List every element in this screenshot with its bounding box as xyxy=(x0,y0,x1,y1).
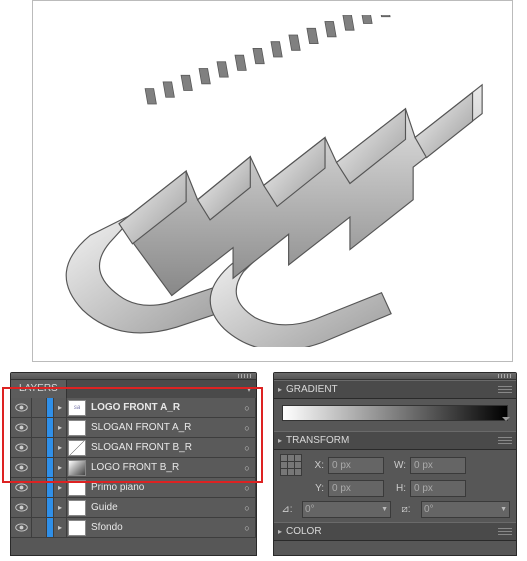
w-input[interactable]: 0 px xyxy=(410,457,466,474)
lock-cell[interactable] xyxy=(32,438,47,457)
layer-color-chip xyxy=(47,478,54,497)
rotate-input[interactable]: 0°▼ xyxy=(302,501,391,518)
expand-triangle-icon[interactable]: ▸ xyxy=(54,398,67,417)
layer-row[interactable]: ▸ SLOGAN FRONT A_R○ xyxy=(11,418,256,438)
lock-cell[interactable] xyxy=(32,498,47,517)
layer-name-label[interactable]: LOGO FRONT A_R xyxy=(87,402,239,413)
x-input[interactable]: 0 px xyxy=(328,457,384,474)
visibility-eye-icon[interactable] xyxy=(11,478,32,497)
layer-color-chip xyxy=(47,398,54,417)
w-label: W: xyxy=(388,460,406,471)
layer-color-chip xyxy=(47,458,54,477)
visibility-eye-icon[interactable] xyxy=(11,418,32,437)
artboard-preview xyxy=(32,0,513,362)
lock-cell[interactable] xyxy=(32,418,47,437)
rotate-icon: ⊿: xyxy=(280,504,294,515)
layer-name-label[interactable]: Sfondo xyxy=(87,522,239,533)
layer-row[interactable]: ▸ LOGO FRONT B_R○ xyxy=(11,458,256,478)
panel-menu-icon[interactable] xyxy=(498,528,512,536)
reference-point-selector[interactable] xyxy=(280,454,302,476)
target-icon[interactable]: ○ xyxy=(239,478,256,497)
lock-cell[interactable] xyxy=(32,458,47,477)
layer-thumbnail xyxy=(68,460,86,476)
expand-triangle-icon[interactable]: ▸ xyxy=(54,498,67,517)
visibility-eye-icon[interactable] xyxy=(11,438,32,457)
expand-triangle-icon[interactable]: ▸ xyxy=(54,438,67,457)
h-input[interactable]: 0 px xyxy=(410,480,466,497)
color-section-header[interactable]: ▸ COLOR xyxy=(274,522,516,541)
logo-graphic xyxy=(52,15,493,346)
chevron-right-icon: ▸ xyxy=(274,436,286,445)
layer-thumbnail xyxy=(68,500,86,516)
y-input[interactable]: 0 px xyxy=(328,480,384,497)
target-icon[interactable]: ○ xyxy=(239,458,256,477)
layers-tab[interactable]: LAYERS xyxy=(11,380,67,398)
layer-row[interactable]: ▸ Guide○ xyxy=(11,498,256,518)
layer-thumbnail xyxy=(68,480,86,496)
y-label: Y: xyxy=(306,483,324,494)
layer-thumbnail xyxy=(68,440,86,456)
lock-cell[interactable] xyxy=(32,518,47,537)
expand-triangle-icon[interactable]: ▸ xyxy=(54,478,67,497)
shear-input[interactable]: 0°▼ xyxy=(421,501,510,518)
expand-triangle-icon[interactable]: ▸ xyxy=(54,418,67,437)
target-icon[interactable]: ○ xyxy=(239,438,256,457)
shear-icon: ⧄: xyxy=(399,504,413,515)
target-icon[interactable]: ○ xyxy=(239,498,256,517)
layer-row[interactable]: ▸ Sfondo○ xyxy=(11,518,256,538)
visibility-eye-icon[interactable] xyxy=(11,498,32,517)
target-icon[interactable]: ○ xyxy=(239,418,256,437)
transform-section-header[interactable]: ▸ TRANSFORM xyxy=(274,431,516,450)
layer-color-chip xyxy=(47,518,54,537)
layer-row[interactable]: ▸saLOGO FRONT A_R○ xyxy=(11,398,256,418)
layer-color-chip xyxy=(47,438,54,457)
expand-triangle-icon[interactable]: ▸ xyxy=(54,458,67,477)
gradient-section-header[interactable]: ▸ GRADIENT xyxy=(274,380,516,399)
layer-row[interactable]: ▸ Primo piano○ xyxy=(11,478,256,498)
chevron-right-icon: ▸ xyxy=(274,527,286,536)
layer-thumbnail: sa xyxy=(68,400,86,416)
layer-name-label[interactable]: SLOGAN FRONT A_R xyxy=(87,422,239,433)
gradient-slider[interactable] xyxy=(282,405,508,421)
visibility-eye-icon[interactable] xyxy=(11,458,32,477)
h-label: H: xyxy=(388,483,406,494)
expand-triangle-icon[interactable]: ▸ xyxy=(54,518,67,537)
visibility-eye-icon[interactable] xyxy=(11,398,32,417)
layer-row[interactable]: ▸ SLOGAN FRONT B_R○ xyxy=(11,438,256,458)
right-panel: ▸ GRADIENT ▸ TRANSFORM X: 0 px W: 0 px Y… xyxy=(273,372,517,556)
panel-grip[interactable] xyxy=(238,374,252,378)
layer-color-chip xyxy=(47,418,54,437)
panel-menu-icon[interactable]: ▾ xyxy=(242,380,256,398)
chevron-right-icon: ▸ xyxy=(274,385,286,394)
layer-list-area: ▸saLOGO FRONT A_R○▸SLOGAN FRONT A_R○▸SLO… xyxy=(11,398,256,548)
layer-thumbnail xyxy=(68,420,86,436)
layers-panel: LAYERS ▾ ▸saLOGO FRONT A_R○▸SLOGAN FRONT… xyxy=(10,372,257,556)
target-icon[interactable]: ○ xyxy=(239,518,256,537)
panel-menu-icon[interactable] xyxy=(498,437,512,445)
visibility-eye-icon[interactable] xyxy=(11,518,32,537)
panel-grip[interactable] xyxy=(498,374,512,378)
x-label: X: xyxy=(306,460,324,471)
layer-name-label[interactable]: Primo piano xyxy=(87,482,239,493)
lock-cell[interactable] xyxy=(32,478,47,497)
panel-menu-icon[interactable] xyxy=(498,386,512,394)
target-icon[interactable]: ○ xyxy=(239,398,256,417)
layer-name-label[interactable]: LOGO FRONT B_R xyxy=(87,462,239,473)
layer-name-label[interactable]: Guide xyxy=(87,502,239,513)
layer-name-label[interactable]: SLOGAN FRONT B_R xyxy=(87,442,239,453)
layer-color-chip xyxy=(47,498,54,517)
lock-cell[interactable] xyxy=(32,398,47,417)
layer-thumbnail xyxy=(68,520,86,536)
